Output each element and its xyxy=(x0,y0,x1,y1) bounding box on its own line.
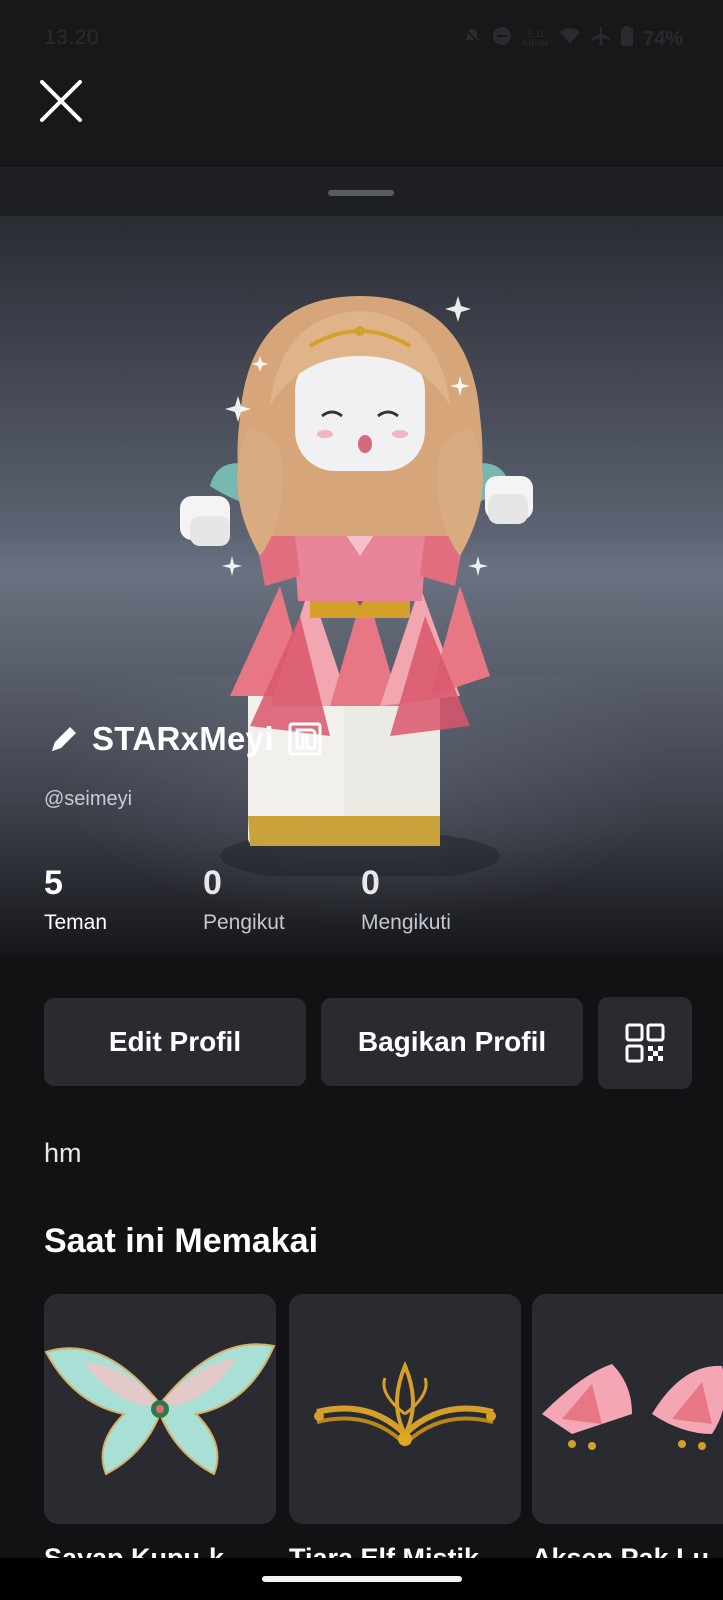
wearing-item-tiara[interactable] xyxy=(289,1294,521,1524)
wearing-item-shoulder-accent[interactable] xyxy=(532,1294,723,1524)
friends-label: Teman xyxy=(44,911,108,934)
mute-icon xyxy=(462,26,482,52)
status-bar: 13.20 5,11 KB/dtk 74% xyxy=(0,0,723,80)
top-bar xyxy=(0,80,723,168)
followers-count: 0 xyxy=(203,864,222,902)
net-speed-unit: KB/dtk xyxy=(522,38,549,48)
home-indicator[interactable] xyxy=(262,1576,462,1582)
qr-code-button[interactable] xyxy=(598,997,692,1089)
tiara-thumbnail xyxy=(314,1360,496,1447)
close-button[interactable] xyxy=(36,80,86,130)
avatar-image[interactable] xyxy=(160,256,560,876)
qr-code-icon xyxy=(625,1023,665,1063)
wearing-items xyxy=(44,1294,723,1524)
followers-label: Pengikut xyxy=(203,911,285,934)
edit-profile-button[interactable]: Edit Profil xyxy=(44,998,306,1086)
display-name-row: STARxMeyi xyxy=(46,720,322,758)
wifi-icon xyxy=(559,27,581,51)
pencil-icon[interactable] xyxy=(46,721,82,757)
sheet-handle-area[interactable] xyxy=(0,168,723,216)
display-name: STARxMeyi xyxy=(92,720,274,757)
wearing-item-names: Sayap Kupu-k Tiara Elf Mistik Aksen Pak … xyxy=(44,1540,723,1558)
shoulder-accent-thumbnail xyxy=(542,1364,723,1450)
drag-handle[interactable] xyxy=(328,190,394,196)
close-icon xyxy=(40,80,82,122)
dnd-icon xyxy=(492,26,512,52)
wearing-item-name[interactable]: Tiara Elf Mistik xyxy=(289,1540,519,1558)
wings-thumbnail xyxy=(44,1343,276,1476)
following-label: Mengikuti xyxy=(361,911,451,934)
status-time: 13.20 xyxy=(44,26,100,49)
system-nav-bar xyxy=(0,1558,723,1600)
stat-friends[interactable]: 5 Teman xyxy=(44,864,107,935)
wearing-item-wings[interactable] xyxy=(44,1294,276,1524)
net-speed: 5,11 KB/dtk xyxy=(522,30,549,48)
following-count: 0 xyxy=(361,864,380,902)
wearing-item-name[interactable]: Aksen Pak Lu xyxy=(532,1540,723,1558)
premium-icon xyxy=(288,722,322,756)
profile-hero: STARxMeyi @seimeyi 5 Teman 0 Pengikut 0 … xyxy=(0,216,723,956)
wearing-section-title: Saat ini Memakai xyxy=(44,1222,319,1260)
friends-count: 5 xyxy=(44,864,63,902)
share-profile-button[interactable]: Bagikan Profil xyxy=(321,998,583,1086)
status-icons: 5,11 KB/dtk 74% xyxy=(462,26,683,52)
wearing-item-name[interactable]: Sayap Kupu-k xyxy=(44,1540,274,1558)
airplane-icon xyxy=(591,26,611,52)
battery-level: 74% xyxy=(642,27,683,50)
battery-icon xyxy=(620,26,633,52)
profile-bio: hm xyxy=(44,1138,82,1168)
stat-following[interactable]: 0 Mengikuti xyxy=(361,864,451,935)
username: @seimeyi xyxy=(44,788,133,810)
stat-followers[interactable]: 0 Pengikut xyxy=(203,864,285,935)
